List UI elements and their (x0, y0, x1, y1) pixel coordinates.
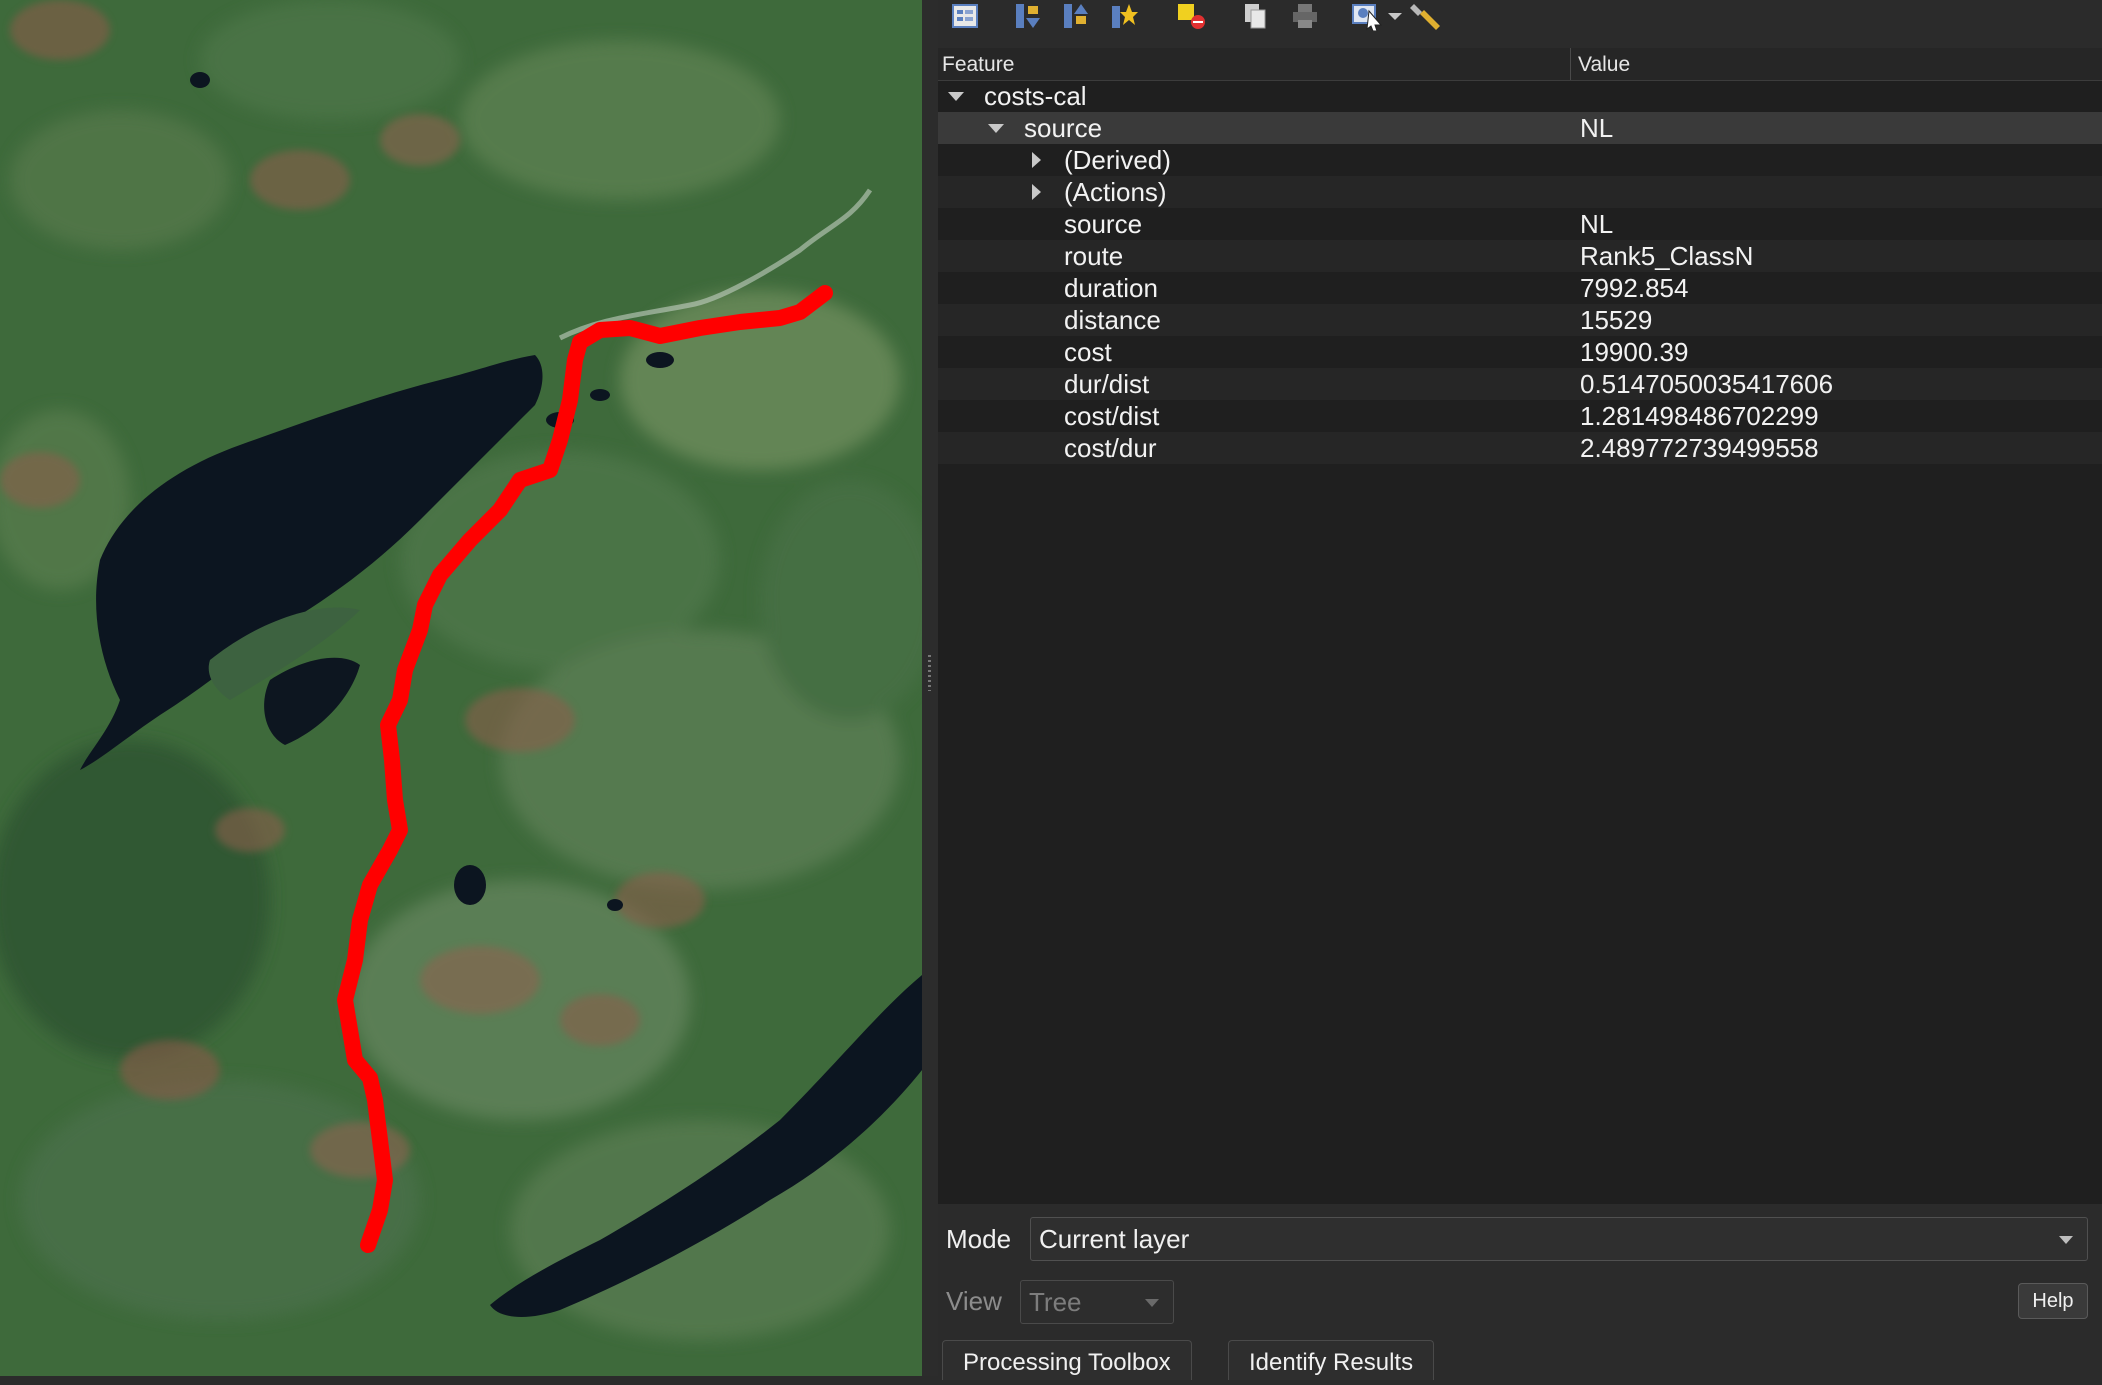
identify-settings-icon[interactable] (1350, 0, 1384, 32)
attribute-value: Rank5_ClassN (1580, 241, 1754, 271)
attribute-name: duration (1064, 273, 1158, 303)
attribute-value: 0.5147050035417606 (1580, 369, 1834, 399)
attribute-row-duration[interactable]: duration 7992.854 (938, 272, 2102, 304)
attribute-value: NL (1580, 209, 1614, 239)
actions-group-row[interactable]: (Actions) (938, 176, 2102, 208)
attribute-row-route[interactable]: route Rank5_ClassN (938, 240, 2102, 272)
identify-toolbar (938, 0, 2102, 40)
splitter-grip[interactable] (928, 655, 931, 691)
tab-identify-results[interactable]: Identify Results (1228, 1340, 1435, 1380)
print-icon[interactable] (1288, 0, 1322, 32)
attribute-value: 15529 (1580, 305, 1653, 335)
attribute-name: distance (1064, 305, 1161, 335)
attribute-value: 7992.854 (1580, 273, 1689, 303)
satellite-imagery (0, 0, 922, 1376)
panel-splitter[interactable] (922, 0, 938, 1376)
feature-name: source (1024, 113, 1103, 143)
feature-column-header[interactable]: Feature (942, 48, 1014, 80)
feature-value: NL (1580, 113, 1614, 143)
chevron-down-icon (2059, 1236, 2073, 1244)
attribute-name: dur/dist (1064, 369, 1150, 399)
collapse-arrow-icon[interactable] (988, 124, 1004, 133)
attribute-name: cost (1064, 337, 1112, 367)
attribute-row-cost-dur[interactable]: cost/dur 2.489772739499558 (938, 432, 2102, 464)
mode-label: Mode (946, 1224, 1012, 1254)
tree-header: Feature Value (938, 48, 2102, 81)
expand-arrow-icon[interactable] (1032, 184, 1041, 200)
tab-processing-toolbox[interactable]: Processing Toolbox (942, 1340, 1192, 1380)
attribute-name: route (1064, 241, 1124, 271)
attribute-name: cost/dur (1064, 433, 1157, 463)
collapse-all-icon[interactable] (1058, 0, 1092, 32)
layer-row[interactable]: costs-cal (938, 80, 2102, 112)
attribute-name: source (1064, 209, 1143, 239)
mode-value: Current layer (1039, 1224, 1190, 1254)
expand-new-results-icon[interactable] (1106, 0, 1140, 32)
copy-icon[interactable] (1238, 0, 1272, 32)
feature-row[interactable]: source NL (938, 112, 2102, 144)
value-column-header[interactable]: Value (1578, 48, 1630, 80)
derived-group-row[interactable]: (Derived) (938, 144, 2102, 176)
attribute-value: 19900.39 (1580, 337, 1689, 367)
attribute-value: 2.489772739499558 (1580, 433, 1819, 463)
view-select: Tree (1020, 1280, 1174, 1324)
view-label: View (946, 1286, 1002, 1316)
column-separator[interactable] (1570, 48, 1571, 80)
mode-select[interactable]: Current layer (1030, 1217, 2088, 1261)
identify-results-panel: Feature Value costs-cal source NL (Deriv… (938, 0, 2102, 1380)
clear-results-icon[interactable] (1174, 0, 1208, 32)
results-tree[interactable]: Feature Value costs-cal source NL (Deriv… (938, 48, 2102, 1204)
attribute-row-distance[interactable]: distance 15529 (938, 304, 2102, 336)
help-button[interactable]: Help (2018, 1283, 2088, 1319)
expand-arrow-icon[interactable] (1032, 152, 1041, 168)
attribute-value: 1.281498486702299 (1580, 401, 1819, 431)
actions-label: (Actions) (1064, 177, 1167, 207)
attribute-row-dur-dist[interactable]: dur/dist 0.5147050035417606 (938, 368, 2102, 400)
view-value: Tree (1029, 1287, 1082, 1317)
derived-label: (Derived) (1064, 145, 1171, 175)
attribute-row-source[interactable]: source NL (938, 208, 2102, 240)
dropdown-icon[interactable] (1384, 0, 1406, 32)
attribute-row-cost-dist[interactable]: cost/dist 1.281498486702299 (938, 400, 2102, 432)
expand-all-icon[interactable] (1010, 0, 1044, 32)
chevron-down-icon (1145, 1299, 1159, 1307)
collapse-arrow-icon[interactable] (948, 92, 964, 101)
expand-tree-icon[interactable] (948, 0, 982, 32)
attribute-row-cost[interactable]: cost 19900.39 (938, 336, 2102, 368)
layer-name: costs-cal (984, 81, 1087, 111)
attribute-name: cost/dist (1064, 401, 1160, 431)
settings-icon[interactable] (1408, 0, 1442, 32)
map-canvas[interactable] (0, 0, 922, 1376)
